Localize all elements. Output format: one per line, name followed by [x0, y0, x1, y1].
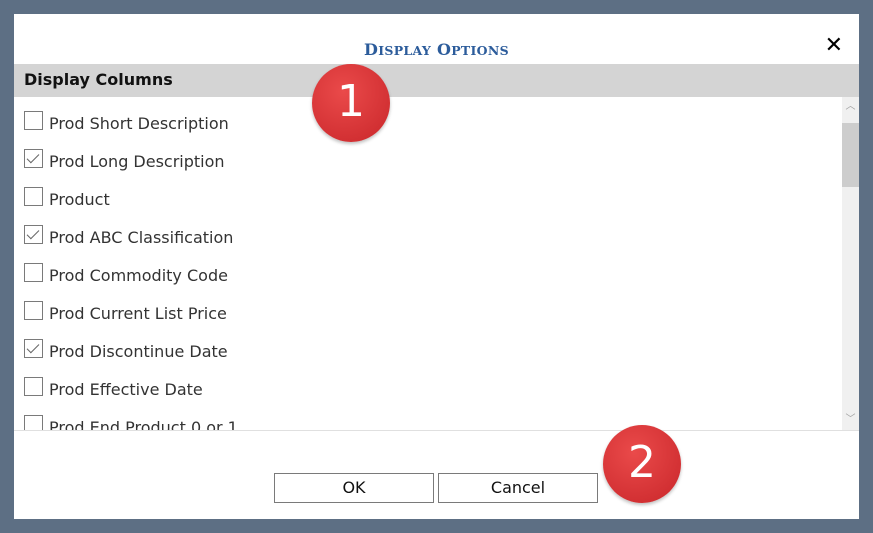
column-option[interactable]: Prod Commodity Code — [24, 257, 228, 287]
column-option[interactable]: Prod ABC Classification — [24, 219, 233, 249]
title-word-rest: PTIONS — [451, 43, 509, 58]
column-option-label: Prod Commodity Code — [49, 265, 228, 285]
column-option[interactable]: Prod End Product 0 or 1 — [24, 409, 238, 430]
section-header-label: Display Columns — [24, 70, 173, 89]
checkbox[interactable] — [24, 414, 43, 430]
title-letter: D — [364, 40, 379, 59]
dialog-title: DISPLAY OPTIONS — [14, 40, 859, 59]
chevron-up-icon[interactable]: ︿ — [842, 99, 859, 115]
section-header: Display Columns — [14, 64, 859, 97]
cancel-button[interactable]: Cancel — [438, 473, 598, 503]
column-option[interactable]: Prod Discontinue Date — [24, 333, 228, 363]
title-word-rest: ISPLAY — [378, 43, 432, 58]
scrollbar[interactable]: ︿ ﹀ — [842, 97, 859, 430]
column-option-label: Prod Effective Date — [49, 379, 203, 399]
checkbox[interactable] — [24, 110, 43, 130]
column-option-label: Prod Discontinue Date — [49, 341, 228, 361]
chevron-down-icon[interactable]: ﹀ — [842, 412, 859, 428]
column-option-label: Prod Long Description — [49, 151, 225, 171]
annotation-badge-2: 2 — [603, 425, 681, 503]
column-option[interactable]: Prod Effective Date — [24, 371, 203, 401]
column-option-label: Prod End Product 0 or 1 — [49, 417, 238, 431]
columns-list[interactable]: Prod Short Description Prod Long Descrip… — [14, 97, 859, 430]
checkbox[interactable] — [24, 148, 43, 168]
column-option[interactable]: Product — [24, 181, 110, 211]
title-letter: O — [436, 40, 452, 59]
column-option[interactable]: Prod Current List Price — [24, 295, 227, 325]
column-option-label: Prod Short Description — [49, 113, 229, 133]
display-options-dialog: DISPLAY OPTIONS ✕ Display Columns Prod S… — [14, 14, 859, 519]
column-option[interactable]: Prod Long Description — [24, 143, 225, 173]
ok-button[interactable]: OK — [274, 473, 434, 503]
column-option-label: Prod Current List Price — [49, 303, 227, 323]
column-option-label: Product — [49, 189, 110, 209]
annotation-badge-1: 1 — [312, 64, 390, 142]
column-option[interactable]: Prod Short Description — [24, 105, 229, 135]
column-option-label: Prod ABC Classification — [49, 227, 234, 247]
checkbox[interactable] — [24, 186, 43, 206]
scroll-thumb[interactable] — [842, 123, 859, 187]
divider — [14, 430, 859, 431]
checkbox[interactable] — [24, 262, 43, 282]
checkbox[interactable] — [24, 300, 43, 320]
checkbox[interactable] — [24, 224, 43, 244]
close-icon[interactable]: ✕ — [825, 34, 843, 58]
checkbox[interactable] — [24, 376, 43, 396]
checkbox[interactable] — [24, 338, 43, 358]
